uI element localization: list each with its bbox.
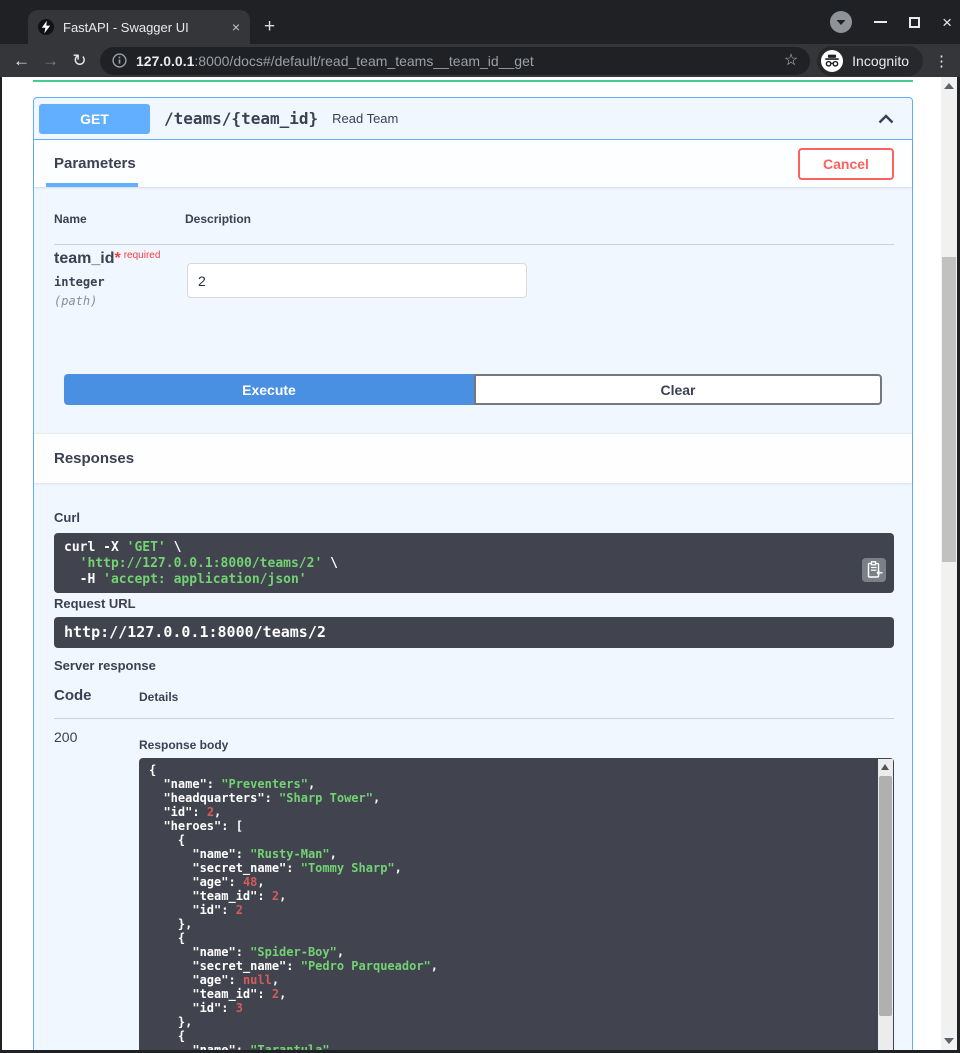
clipboard-icon <box>862 558 886 582</box>
response-body-scrollbar[interactable] <box>878 759 893 1050</box>
forward-button[interactable]: → <box>37 52 64 69</box>
operation-header[interactable]: GET /teams/{team_id} Read Team <box>34 98 912 140</box>
site-info-icon[interactable] <box>112 53 127 68</box>
request-url-block: http://127.0.0.1:8000/teams/2 <box>54 617 894 648</box>
url-text: 127.0.0.1:8000/docs#/default/read_team_t… <box>136 53 775 69</box>
parameters-tab-underline <box>46 183 138 187</box>
response-body-block: { "name": "Preventers", "headquarters": … <box>139 758 894 1050</box>
copy-to-clipboard-button[interactable] <box>862 558 886 582</box>
browser-menu-icon[interactable]: ⋮ <box>934 52 949 70</box>
request-url-text: http://127.0.0.1:8000/teams/2 <box>64 623 326 641</box>
new-tab-button[interactable]: + <box>264 17 275 36</box>
browser-window: FastAPI - Swagger UI × + × ← → ↻ <box>0 0 960 1053</box>
required-badge: required <box>124 250 161 261</box>
clear-button[interactable]: Clear <box>474 374 882 405</box>
parameters-section-header: Parameters Cancel <box>34 140 912 187</box>
response-body-container: { "name": "Preventers", "headquarters": … <box>139 758 894 1050</box>
page-scroll-up-icon[interactable] <box>944 83 954 89</box>
param-type: integer <box>54 275 160 289</box>
param-location: (path) <box>54 294 160 308</box>
team-id-input[interactable] <box>187 263 527 298</box>
get-method-badge: GET <box>39 104 150 134</box>
execute-button[interactable]: Execute <box>64 374 474 405</box>
response-scrollbar-thumb[interactable] <box>879 776 892 1016</box>
scroll-up-arrow-icon[interactable] <box>881 764 889 770</box>
responses-title: Responses <box>54 450 134 467</box>
column-header-description: Description <box>185 212 251 226</box>
tab-parameters[interactable]: Parameters <box>54 155 136 172</box>
tab-title: FastAPI - Swagger UI <box>63 20 223 35</box>
page-scrollbar[interactable] <box>941 77 957 1050</box>
minimize-button[interactable] <box>874 21 887 23</box>
url-bar[interactable]: 127.0.0.1:8000/docs#/default/read_team_t… <box>100 47 810 75</box>
maximize-button[interactable] <box>909 17 920 28</box>
curl-label: Curl <box>54 510 80 525</box>
page-content: GET /teams/{team_id} Read Team Parameter… <box>2 77 941 1050</box>
response-details-header: Details <box>139 690 178 704</box>
fastapi-favicon-icon <box>38 19 54 35</box>
get-operation-block: GET /teams/{team_id} Read Team Parameter… <box>33 97 913 1050</box>
column-header-name: Name <box>54 212 87 226</box>
page-scroll-down-icon[interactable] <box>944 1038 954 1044</box>
responses-section-header: Responses <box>34 433 912 483</box>
collapse-chevron-icon[interactable] <box>876 109 896 129</box>
curl-code-block: curl -X 'GET' \ 'http://127.0.0.1:8000/t… <box>54 533 894 593</box>
cancel-button[interactable]: Cancel <box>798 148 894 180</box>
tab-strip: FastAPI - Swagger UI × + × <box>0 0 960 44</box>
parameter-row: team_id* required integer (path) <box>54 250 160 308</box>
response-code-header: Code <box>54 687 92 704</box>
response-table-divider <box>54 718 894 719</box>
reload-button[interactable]: ↻ <box>66 52 93 69</box>
endpoint-path: /teams/{team_id} <box>164 109 318 128</box>
incognito-label: Incognito <box>852 53 909 69</box>
previous-post-block-edge <box>33 80 913 82</box>
request-url-label: Request URL <box>54 596 136 611</box>
back-button[interactable]: ← <box>8 52 35 69</box>
endpoint-summary: Read Team <box>332 111 398 126</box>
required-asterisk: * <box>114 250 120 267</box>
server-response-label: Server response <box>54 658 156 673</box>
response-status-code: 200 <box>54 729 77 745</box>
browser-toolbar: ← → ↻ 127.0.0.1:8000/docs#/default/read_… <box>0 44 960 77</box>
window-controls: × <box>830 0 952 44</box>
response-body-label: Response body <box>139 738 228 752</box>
param-name: team_id <box>54 250 114 267</box>
table-header-divider <box>54 244 894 245</box>
url-host: 127.0.0.1 <box>136 53 194 69</box>
incognito-badge: Incognito <box>817 46 923 76</box>
close-button[interactable]: × <box>942 14 952 31</box>
browser-tab[interactable]: FastAPI - Swagger UI × <box>28 10 250 44</box>
url-path: :8000/docs#/default/read_team_teams__tea… <box>194 53 533 69</box>
browser-update-icon[interactable] <box>830 11 852 33</box>
tab-close-icon[interactable]: × <box>232 20 240 34</box>
page-scrollbar-thumb[interactable] <box>942 257 956 562</box>
incognito-icon <box>821 50 843 72</box>
bookmark-star-icon[interactable]: ☆ <box>784 53 798 69</box>
